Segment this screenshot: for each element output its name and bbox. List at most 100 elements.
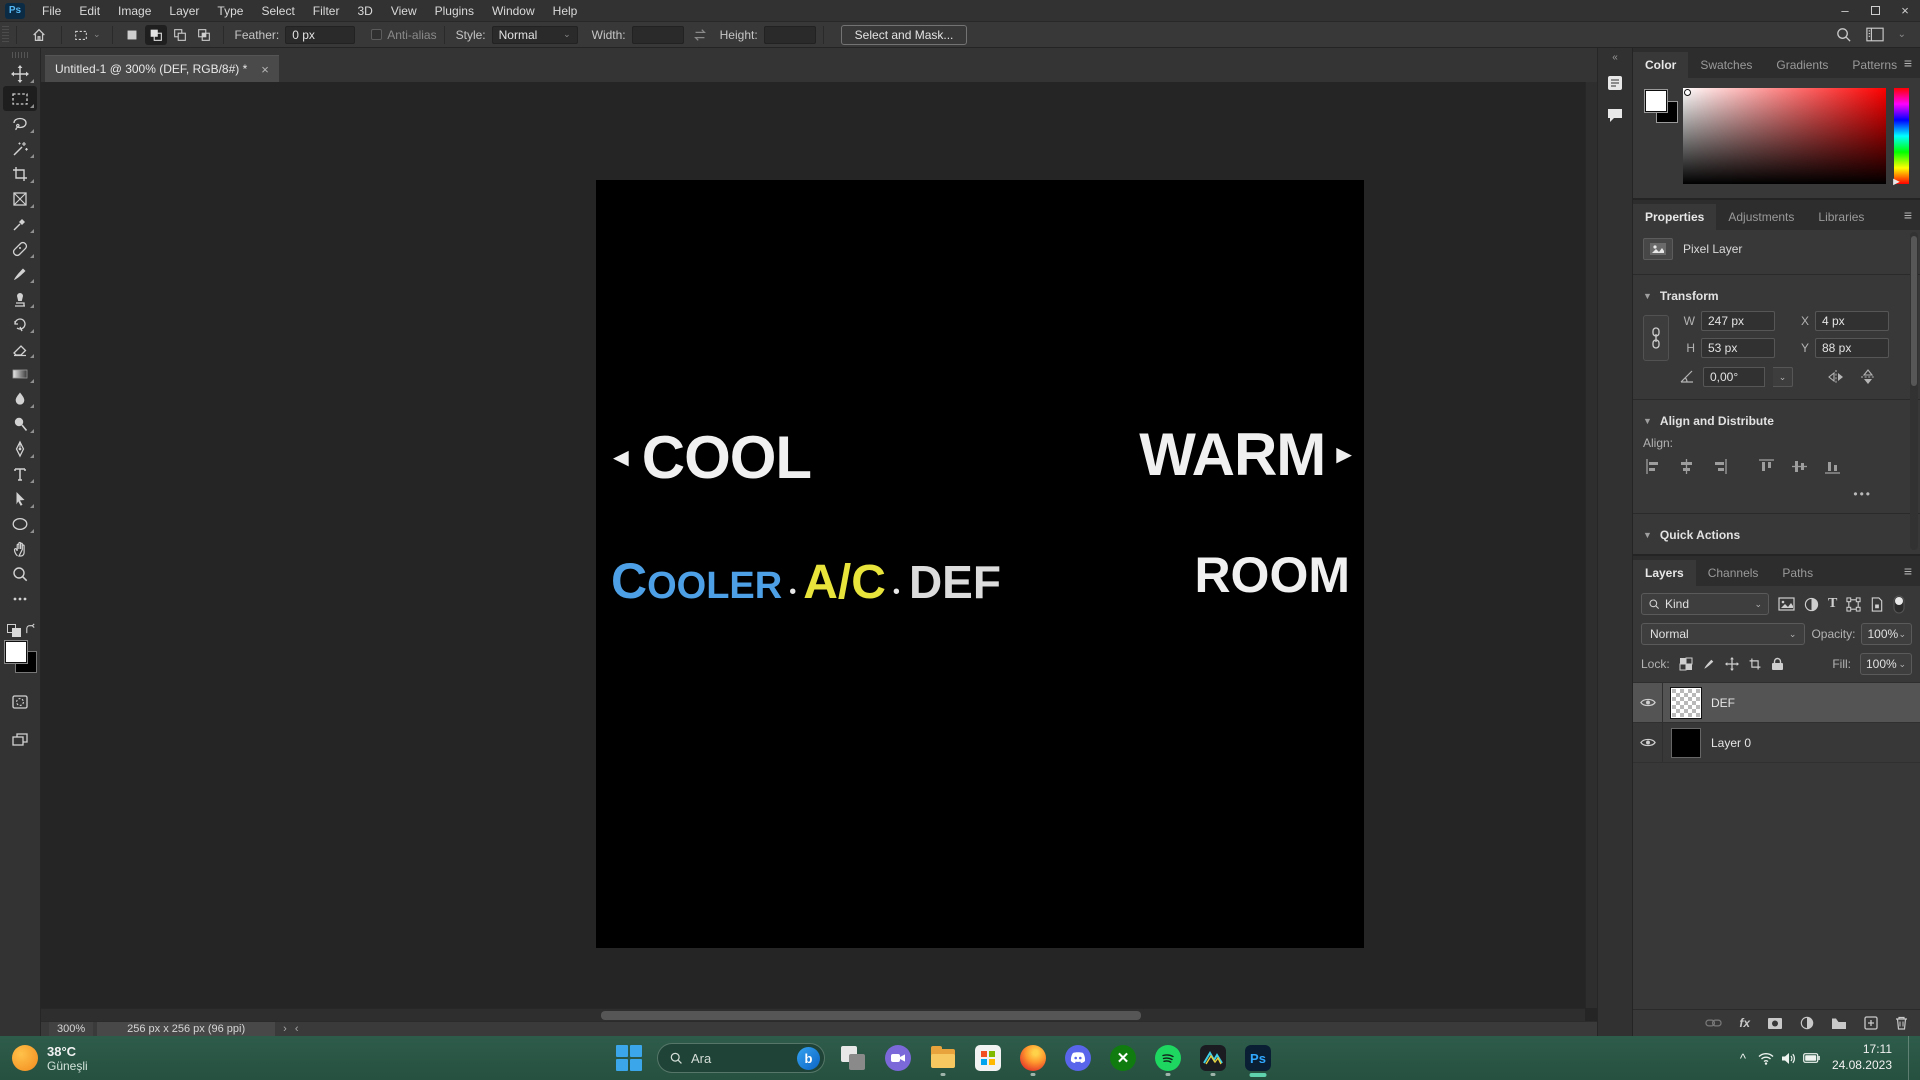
y-value-input[interactable]: 88 px bbox=[1815, 338, 1889, 358]
menu-view[interactable]: View bbox=[382, 0, 426, 22]
rectangular-marquee-tool[interactable] bbox=[3, 86, 37, 111]
history-brush-tool[interactable] bbox=[3, 311, 37, 336]
layer-name[interactable]: DEF bbox=[1711, 696, 1735, 710]
filter-toggle-switch[interactable] bbox=[1893, 595, 1905, 614]
align-horizontal-center-icon[interactable] bbox=[1678, 458, 1695, 475]
brush-tool[interactable] bbox=[3, 261, 37, 286]
zoom-level-field[interactable]: 300% bbox=[49, 1022, 93, 1036]
maximize-button[interactable] bbox=[1860, 0, 1890, 22]
blend-mode-dropdown[interactable]: Normal ⌄ bbox=[1641, 623, 1805, 645]
tool-preset-dropdown[interactable]: ⌄ bbox=[69, 27, 105, 43]
crop-tool[interactable] bbox=[3, 161, 37, 186]
canvas-viewport[interactable]: ◄ COOL WARM ► COOLER • A/C • DEF ROOM bbox=[41, 82, 1597, 1008]
start-button[interactable] bbox=[612, 1038, 646, 1078]
taskbar-app-discord[interactable] bbox=[1061, 1038, 1095, 1078]
home-button[interactable] bbox=[24, 27, 54, 43]
color-cursor[interactable] bbox=[1684, 89, 1691, 96]
path-selection-tool[interactable] bbox=[3, 486, 37, 511]
new-selection-mode-button[interactable] bbox=[121, 25, 143, 45]
type-tool[interactable] bbox=[3, 461, 37, 486]
horizontal-scrollbar-thumb[interactable] bbox=[601, 1011, 1141, 1020]
taskbar-app-spotify[interactable] bbox=[1151, 1038, 1185, 1078]
filter-type-layers-icon[interactable]: T bbox=[1828, 596, 1837, 612]
canvas-document[interactable]: ◄ COOL WARM ► COOLER • A/C • DEF ROOM bbox=[596, 180, 1364, 948]
tab-gradients[interactable]: Gradients bbox=[1764, 52, 1840, 78]
align-right-icon[interactable] bbox=[1711, 458, 1728, 475]
taskbar-app-file-explorer[interactable] bbox=[926, 1038, 960, 1078]
taskbar-app-firefox[interactable] bbox=[1016, 1038, 1050, 1078]
quick-actions-header[interactable]: ▼ Quick Actions bbox=[1633, 520, 1920, 554]
layer-thumbnail[interactable] bbox=[1671, 688, 1701, 718]
align-section-header[interactable]: ▼ Align and Distribute bbox=[1633, 406, 1920, 434]
add-layer-mask-icon[interactable] bbox=[1767, 1017, 1783, 1030]
lock-all-icon[interactable] bbox=[1771, 657, 1784, 671]
filter-adjustment-layers-icon[interactable] bbox=[1804, 597, 1819, 612]
zoom-tool[interactable] bbox=[3, 561, 37, 586]
saturation-brightness-field[interactable] bbox=[1683, 88, 1886, 184]
default-colors-widget[interactable] bbox=[3, 621, 37, 637]
flip-vertical-icon[interactable] bbox=[1859, 369, 1877, 385]
menu-edit[interactable]: Edit bbox=[70, 0, 109, 22]
align-top-icon[interactable] bbox=[1758, 458, 1775, 475]
menu-select[interactable]: Select bbox=[252, 0, 303, 22]
move-tool[interactable] bbox=[3, 61, 37, 86]
taskbar-search[interactable]: Ara b bbox=[657, 1043, 825, 1073]
align-left-icon[interactable] bbox=[1645, 458, 1662, 475]
minimize-button[interactable]: – bbox=[1830, 0, 1860, 22]
new-group-icon[interactable] bbox=[1831, 1017, 1847, 1030]
height-input[interactable] bbox=[764, 26, 816, 44]
menu-filter[interactable]: Filter bbox=[304, 0, 349, 22]
tab-properties[interactable]: Properties bbox=[1633, 204, 1716, 230]
panel-menu-icon[interactable]: ≡ bbox=[1904, 208, 1912, 222]
clone-stamp-tool[interactable] bbox=[3, 286, 37, 311]
menu-help[interactable]: Help bbox=[544, 0, 587, 22]
comments-panel-icon[interactable] bbox=[1603, 103, 1627, 127]
style-dropdown[interactable]: Normal ⌄ bbox=[492, 26, 578, 44]
layer-name[interactable]: Layer 0 bbox=[1711, 736, 1751, 750]
panel-menu-icon[interactable]: ≡ bbox=[1904, 564, 1912, 578]
status-prev-icon[interactable]: ‹ bbox=[295, 1023, 299, 1035]
foreground-color-swatch[interactable] bbox=[1645, 90, 1667, 112]
angle-dropdown-icon[interactable]: ⌄ bbox=[1773, 367, 1793, 387]
menu-plugins[interactable]: Plugins bbox=[426, 0, 483, 22]
layer-visibility-toggle[interactable] bbox=[1633, 683, 1663, 722]
filter-shape-layers-icon[interactable] bbox=[1846, 597, 1861, 612]
foreground-color-swatch[interactable] bbox=[5, 641, 27, 663]
swap-colors-icon[interactable] bbox=[24, 622, 37, 635]
lock-artboard-icon[interactable] bbox=[1748, 657, 1762, 671]
chevron-down-icon[interactable]: ⌄ bbox=[1898, 29, 1906, 40]
tab-patterns[interactable]: Patterns bbox=[1840, 52, 1909, 78]
transform-section-header[interactable]: ▼ Transform bbox=[1633, 281, 1920, 309]
screen-mode-button[interactable] bbox=[3, 728, 37, 753]
menu-layer[interactable]: Layer bbox=[160, 0, 208, 22]
swap-dimensions-icon[interactable] bbox=[692, 28, 708, 42]
delete-layer-icon[interactable] bbox=[1895, 1016, 1908, 1030]
system-tray[interactable] bbox=[1758, 1052, 1820, 1065]
fill-input[interactable]: 100% ⌄ bbox=[1860, 653, 1912, 675]
rotation-angle-input[interactable]: 0,00° bbox=[1703, 367, 1765, 387]
spot-healing-brush-tool[interactable] bbox=[3, 236, 37, 261]
toolbar-grip[interactable] bbox=[12, 52, 28, 58]
frame-tool[interactable] bbox=[3, 186, 37, 211]
menu-file[interactable]: File bbox=[33, 0, 70, 22]
tab-channels[interactable]: Channels bbox=[1696, 560, 1771, 586]
properties-scrollbar[interactable] bbox=[1910, 232, 1918, 550]
show-desktop-button[interactable] bbox=[1908, 1036, 1912, 1080]
panel-menu-icon[interactable]: ≡ bbox=[1904, 56, 1912, 70]
align-vertical-center-icon[interactable] bbox=[1791, 458, 1808, 475]
taskbar-clock[interactable]: 17:11 24.08.2023 bbox=[1832, 1042, 1892, 1073]
lock-image-pixels-icon[interactable] bbox=[1702, 657, 1716, 671]
lock-position-icon[interactable] bbox=[1725, 657, 1739, 671]
height-value-input[interactable]: 53 px bbox=[1701, 338, 1775, 358]
new-layer-icon[interactable] bbox=[1864, 1016, 1878, 1030]
tab-adjustments[interactable]: Adjustments bbox=[1716, 204, 1806, 230]
layer-row-def[interactable]: DEF bbox=[1633, 683, 1920, 723]
history-panel-icon[interactable] bbox=[1603, 71, 1627, 95]
opacity-input[interactable]: 100% ⌄ bbox=[1861, 623, 1912, 645]
gradient-tool[interactable] bbox=[3, 361, 37, 386]
intersect-selection-mode-button[interactable] bbox=[193, 25, 215, 45]
taskbar-app-microsoft-store[interactable] bbox=[971, 1038, 1005, 1078]
expand-dock-chevron[interactable]: « bbox=[1612, 52, 1618, 63]
subtract-selection-mode-button[interactable] bbox=[169, 25, 191, 45]
quick-mask-button[interactable] bbox=[3, 689, 37, 714]
